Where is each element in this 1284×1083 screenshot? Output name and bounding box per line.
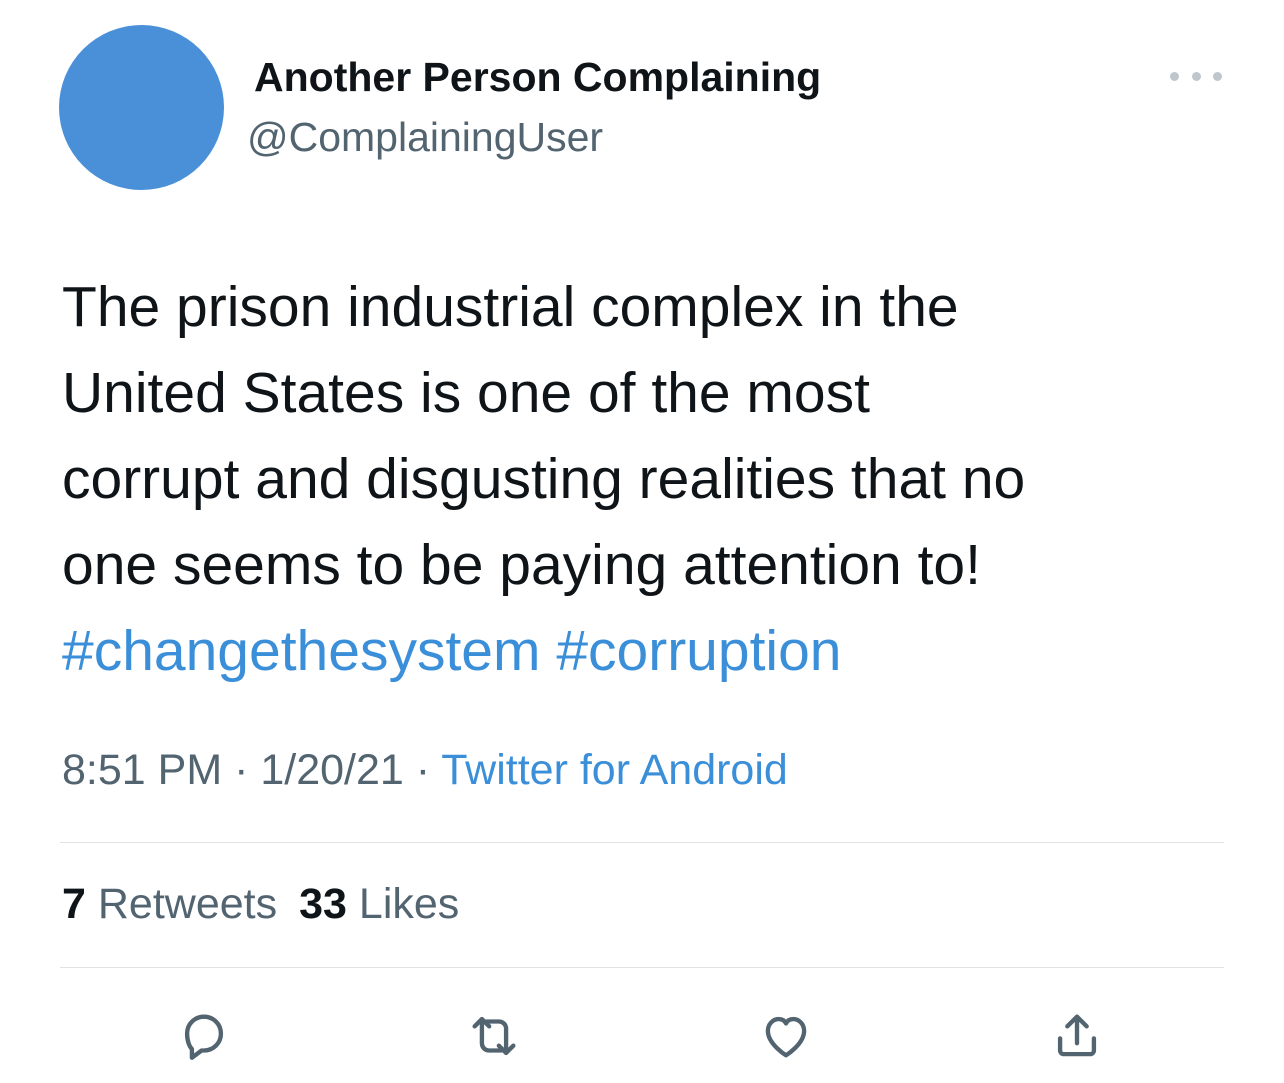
retweets-label: Retweets <box>97 880 278 928</box>
meta-separator: · <box>403 746 442 794</box>
likes-label: Likes <box>358 880 460 928</box>
reply-icon-svg <box>184 1014 224 1060</box>
display-name[interactable]: Another Person Complaining <box>254 54 821 101</box>
tweet-time[interactable]: 8:51 PM <box>62 746 222 794</box>
more-dot <box>1213 71 1222 81</box>
tweet-card: Another Person Complaining @ComplainingU… <box>0 0 1284 1083</box>
hashtag-line: #changethesystem #corruption <box>62 608 1242 694</box>
retweet-icon-svg <box>472 1016 516 1056</box>
retweets-count: 7 <box>62 880 86 928</box>
tweet-text: The prison industrial complex in the Uni… <box>62 264 1242 694</box>
like-icon-svg <box>765 1016 807 1058</box>
share-icon-svg <box>1057 1014 1097 1057</box>
likes-stat[interactable]: 33 Likes <box>299 880 459 928</box>
more-options-icon[interactable] <box>1170 62 1222 90</box>
avatar[interactable] <box>59 25 224 190</box>
divider <box>60 967 1224 968</box>
retweet-icon[interactable] <box>462 1004 526 1068</box>
likes-count: 33 <box>299 880 347 928</box>
retweets-stat[interactable]: 7 Retweets <box>62 880 277 928</box>
reply-icon[interactable] <box>172 1004 236 1068</box>
tweet-text-line: corrupt and disgusting realities that no <box>62 447 1026 511</box>
more-dot <box>1191 71 1201 81</box>
tweet-stats: 7 Retweets 33 Likes <box>62 880 459 929</box>
share-icon[interactable] <box>1045 1004 1109 1068</box>
tweet-text-line: United States is one of the most <box>62 361 870 425</box>
divider <box>60 842 1224 843</box>
hashtag-changethesystem[interactable]: #changethesystem <box>62 619 540 683</box>
tweet-source-link[interactable]: Twitter for Android <box>441 746 788 794</box>
tweet-meta: 8:51 PM · 1/20/21 · Twitter for Android <box>62 746 788 795</box>
more-dot <box>1170 71 1179 81</box>
user-handle[interactable]: @ComplainingUser <box>247 114 603 161</box>
hashtag-corruption[interactable]: #corruption <box>556 619 841 683</box>
like-icon[interactable] <box>754 1004 818 1068</box>
tweet-date[interactable]: 1/20/21 <box>260 746 403 794</box>
meta-separator: · <box>222 746 261 794</box>
tweet-text-line: The prison industrial complex in the <box>62 275 959 339</box>
tweet-text-line: one seems to be paying attention to! <box>62 533 981 597</box>
